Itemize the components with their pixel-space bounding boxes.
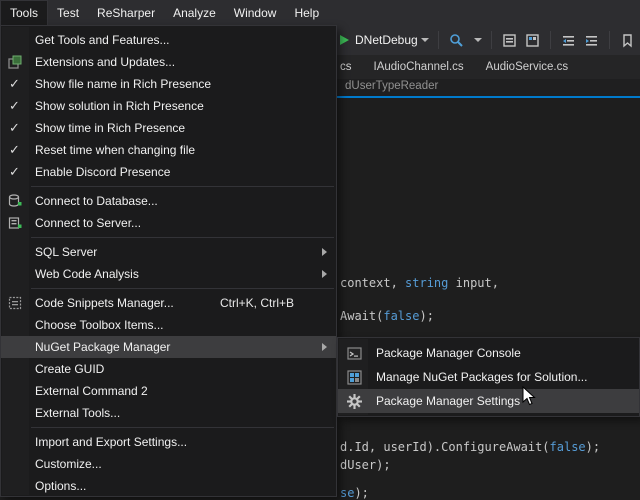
menu-item-show-time-rich-presence[interactable]: ✓Show time in Rich Presence	[1, 117, 336, 139]
properties-icon[interactable]	[524, 32, 541, 49]
menu-separator	[31, 186, 334, 187]
menu-item-connect-to-database[interactable]: Connect to Database...	[1, 190, 336, 212]
submenu-arrow-icon	[322, 248, 327, 256]
menu-item-import-and-export-settings[interactable]: Import and Export Settings...	[1, 431, 336, 453]
menu-item-sql-server[interactable]: SQL Server	[1, 241, 336, 263]
submenu-arrow-icon	[322, 343, 327, 351]
menu-item-nuget-package-manager[interactable]: NuGet Package Manager	[1, 336, 336, 358]
nuget-package-manager-submenu: Package Manager Console Manage NuGet Pac…	[337, 337, 640, 417]
menu-item-external-tools[interactable]: External Tools...	[1, 402, 336, 424]
toolbar-separator	[491, 31, 492, 49]
document-tab-iaudiochannel[interactable]: IAudioChannel.cs	[363, 55, 475, 79]
menubar-item-analyze[interactable]: Analyze	[164, 0, 225, 25]
console-icon	[346, 345, 362, 361]
menubar-item-help[interactable]: Help	[285, 0, 328, 25]
toolbar-separator	[438, 31, 439, 49]
chevron-down-icon[interactable]	[421, 38, 429, 42]
menu-item-reset-time-when-changing-file[interactable]: ✓Reset time when changing file	[1, 139, 336, 161]
tools-menu: Get Tools and Features... Extensions and…	[0, 25, 337, 497]
menu-item-package-manager-console[interactable]: Package Manager Console	[338, 341, 639, 365]
database-icon	[7, 193, 23, 209]
menu-bar: Tools Test ReSharper Analyze Window Help	[0, 0, 640, 25]
menu-item-extensions-and-updates[interactable]: Extensions and Updates...	[1, 51, 336, 73]
menubar-item-window[interactable]: Window	[225, 0, 286, 25]
menubar-item-test[interactable]: Test	[48, 0, 88, 25]
menu-item-show-solution-rich-presence[interactable]: ✓Show solution in Rich Presence	[1, 95, 336, 117]
checkmark-icon: ✓	[9, 164, 20, 180]
menu-item-package-manager-settings[interactable]: Package Manager Settings	[338, 389, 639, 413]
checkmark-icon: ✓	[9, 76, 20, 92]
menu-separator	[31, 288, 334, 289]
menu-item-customize[interactable]: Customize...	[1, 453, 336, 475]
run-config-label: DNetDebug	[355, 33, 418, 47]
checkmark-icon: ✓	[9, 142, 20, 158]
bookmark-icon[interactable]	[619, 32, 636, 49]
snippets-icon	[7, 295, 23, 311]
menu-item-show-file-name-rich-presence[interactable]: ✓Show file name in Rich Presence	[1, 73, 336, 95]
menu-item-get-tools-and-features[interactable]: Get Tools and Features...	[1, 29, 336, 51]
member-dropdown[interactable]: dUserTypeReader	[345, 80, 438, 92]
document-tab-audioservice[interactable]: AudioService.cs	[475, 55, 579, 79]
shortcut-label: Ctrl+K, Ctrl+B	[220, 296, 328, 310]
gear-icon	[346, 393, 362, 409]
menu-item-web-code-analysis[interactable]: Web Code Analysis	[1, 263, 336, 285]
code-line: Await(false);	[340, 309, 434, 323]
menu-item-manage-nuget-packages-for-solution[interactable]: Manage NuGet Packages for Solution...	[338, 365, 639, 389]
toolbar-separator	[609, 31, 610, 49]
server-icon	[7, 215, 23, 231]
menu-item-choose-toolbox-items[interactable]: Choose Toolbox Items...	[1, 314, 336, 336]
nuget-manage-icon	[346, 369, 362, 385]
chevron-down-icon[interactable]	[474, 38, 482, 42]
code-line: d.Id, userId).ConfigureAwait(false);	[340, 440, 600, 454]
menu-item-code-snippets-manager[interactable]: Code Snippets Manager... Ctrl+K, Ctrl+B	[1, 292, 336, 314]
checkmark-icon: ✓	[9, 98, 20, 114]
document-tab[interactable]: cs	[337, 55, 363, 79]
start-debug-button[interactable]: DNetDebug	[340, 33, 429, 47]
menu-item-options[interactable]: Options...	[1, 475, 336, 497]
toolbar-separator	[550, 31, 551, 49]
menubar-item-resharper[interactable]: ReSharper	[88, 0, 164, 25]
menu-separator	[31, 427, 334, 428]
code-line: se);	[340, 486, 369, 500]
indent-decrease-icon[interactable]	[560, 32, 577, 49]
extensions-icon	[7, 54, 23, 70]
find-in-files-icon[interactable]	[448, 32, 465, 49]
code-line: dUser);	[340, 458, 391, 472]
run-icon	[340, 35, 349, 45]
menu-item-connect-to-server[interactable]: Connect to Server...	[1, 212, 336, 234]
code-line: context, string input,	[340, 276, 499, 290]
menu-item-enable-discord-presence[interactable]: ✓Enable Discord Presence	[1, 161, 336, 183]
menu-item-create-guid[interactable]: Create GUID	[1, 358, 336, 380]
indent-increase-icon[interactable]	[583, 32, 600, 49]
menubar-item-tools[interactable]: Tools	[0, 0, 48, 25]
menu-item-external-command-2[interactable]: External Command 2	[1, 380, 336, 402]
submenu-arrow-icon	[322, 270, 327, 278]
solution-explorer-icon[interactable]	[501, 32, 518, 49]
menu-separator	[31, 237, 334, 238]
checkmark-icon: ✓	[9, 120, 20, 136]
